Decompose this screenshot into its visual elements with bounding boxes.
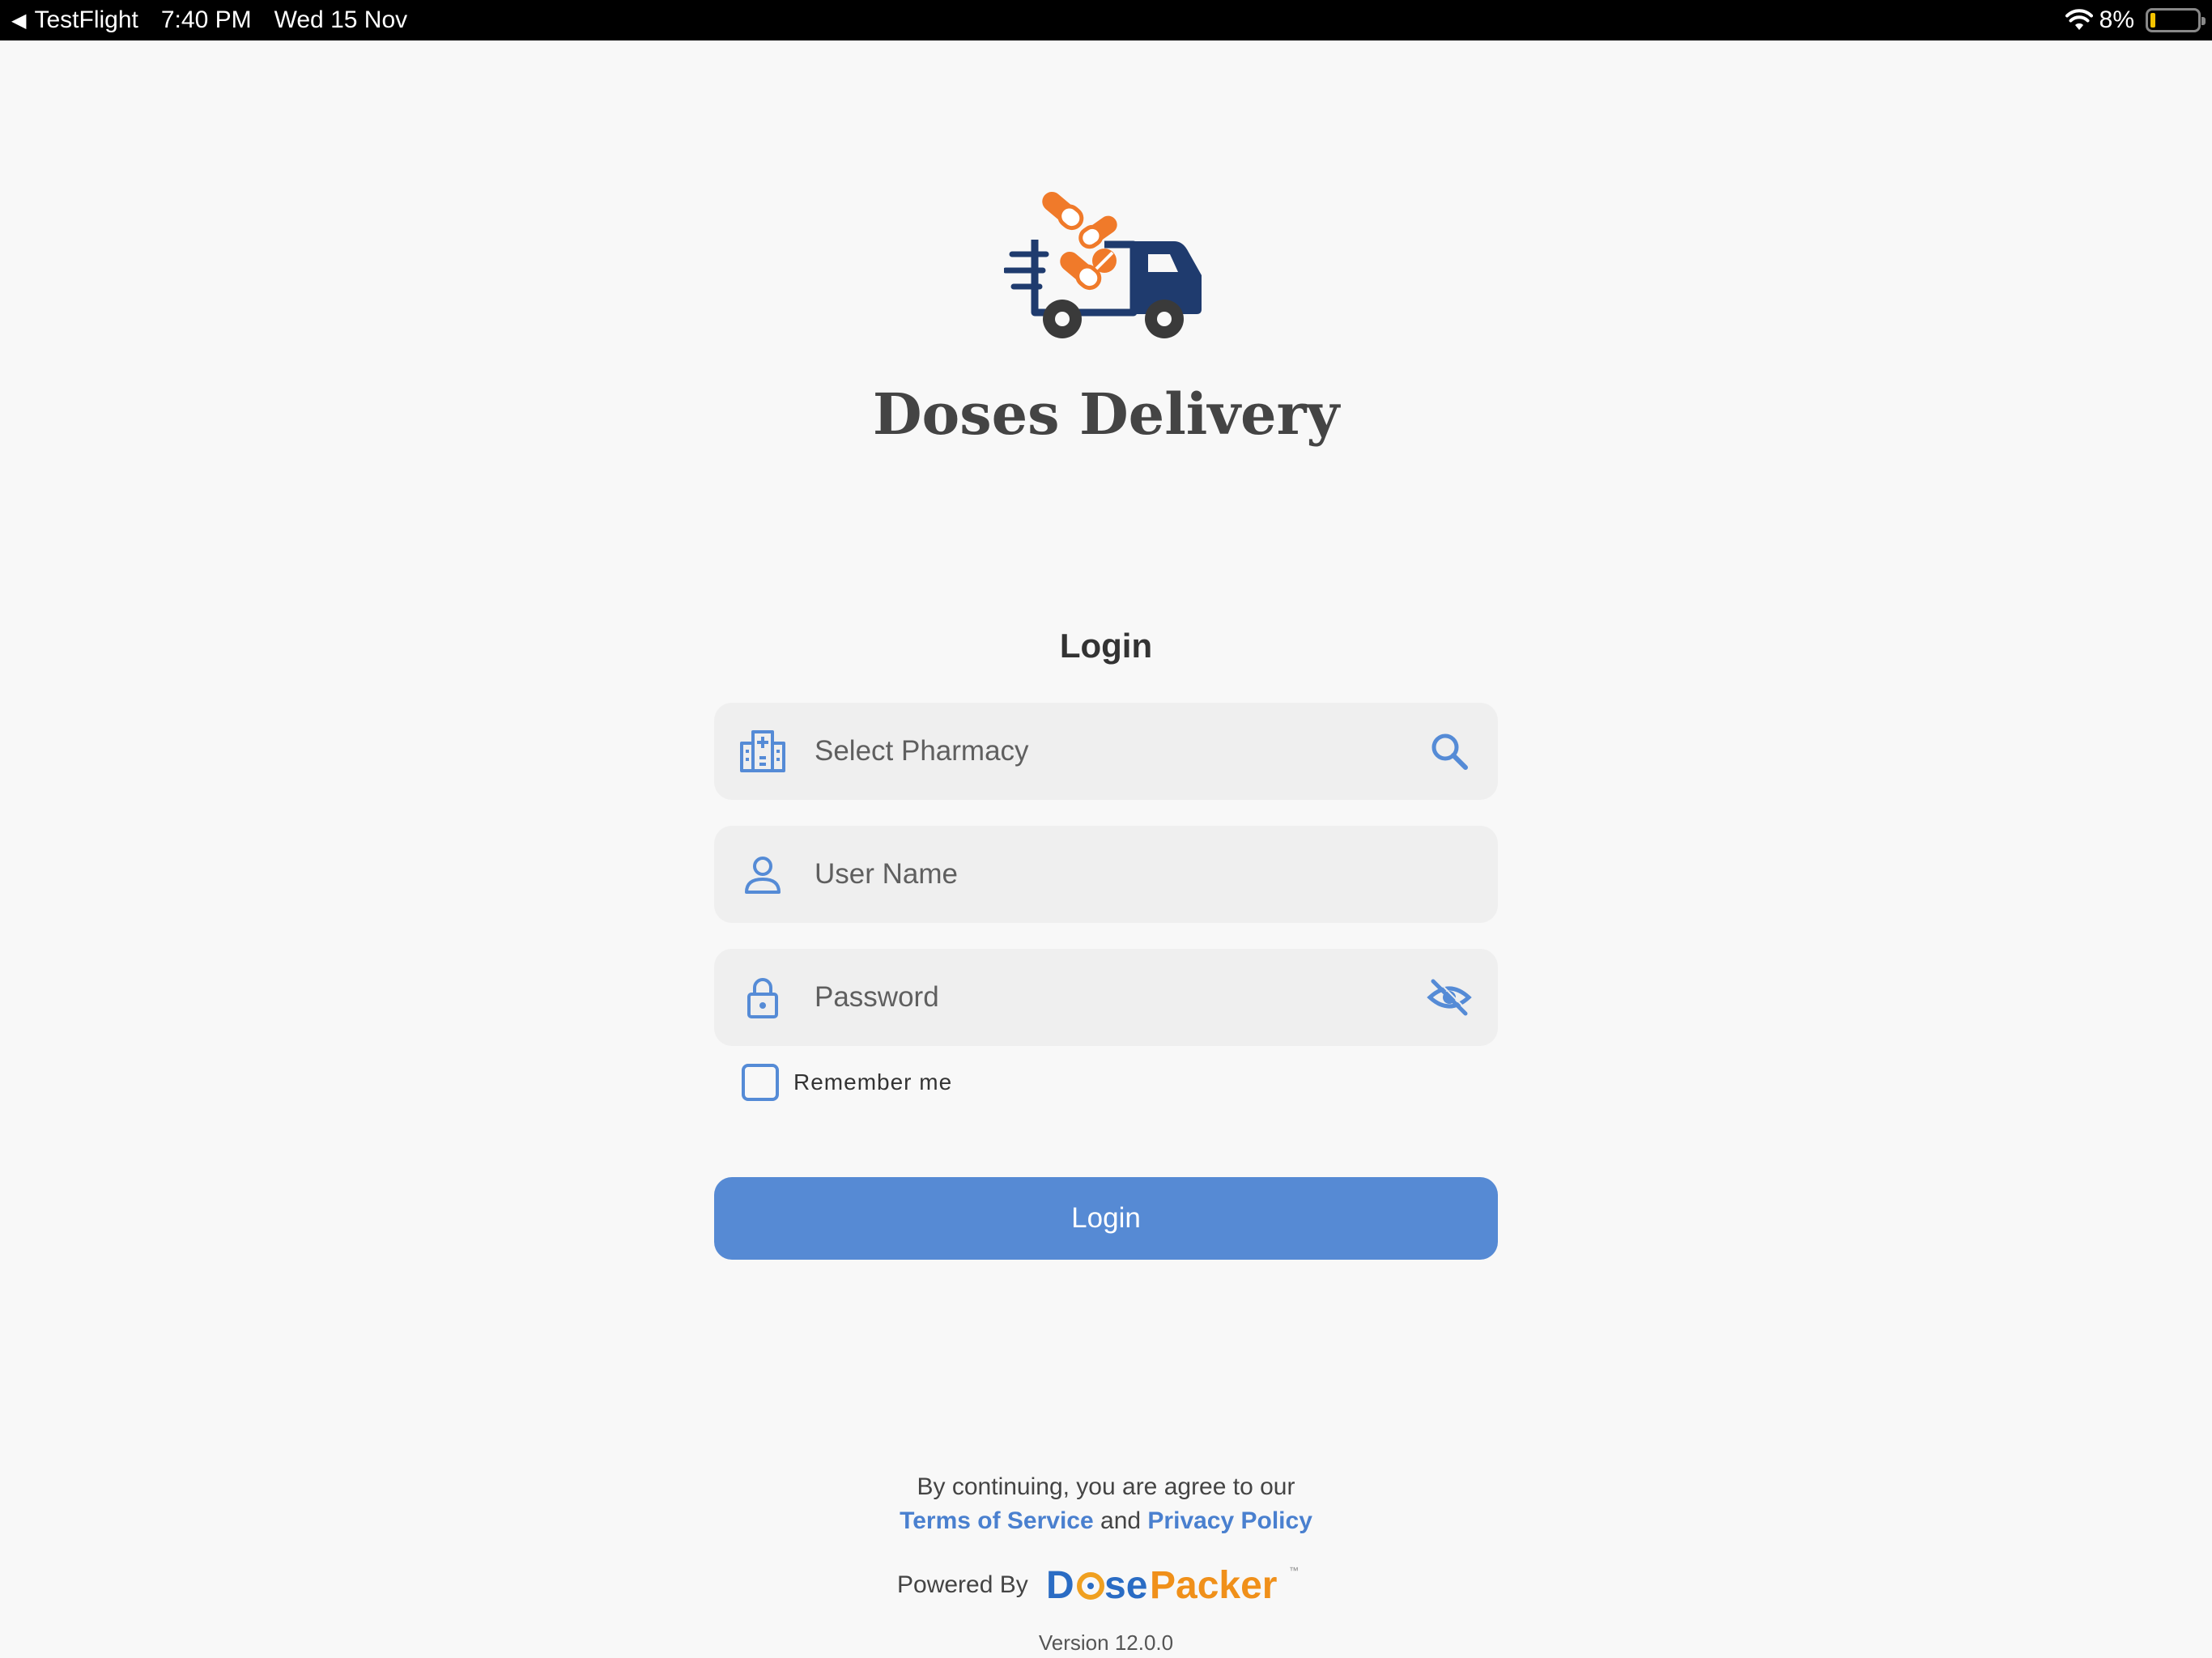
- remember-me-label[interactable]: Remember me: [793, 1069, 952, 1095]
- login-button[interactable]: Login: [714, 1177, 1498, 1260]
- powered-by: Powered By D se Packer ™: [897, 1561, 1305, 1609]
- status-date: Wed 15 Nov: [274, 6, 408, 33]
- username-field[interactable]: [714, 826, 1498, 923]
- legal-links: Terms of Service and Privacy Policy: [0, 1507, 2212, 1535]
- svg-text:™: ™: [1289, 1565, 1299, 1576]
- search-icon[interactable]: [1427, 729, 1472, 774]
- pharmacy-field[interactable]: [714, 703, 1498, 800]
- eye-off-icon[interactable]: [1427, 975, 1472, 1020]
- username-input[interactable]: [813, 826, 1498, 923]
- svg-text:se: se: [1104, 1564, 1147, 1607]
- app-title: Doses Delivery: [872, 380, 1340, 448]
- privacy-policy-link[interactable]: Privacy Policy: [1147, 1507, 1312, 1534]
- password-field[interactable]: [714, 949, 1498, 1046]
- hospital-icon: [740, 730, 785, 772]
- lock-icon: [747, 978, 778, 1018]
- version-label: Version 12.0.0: [1038, 1630, 1174, 1655]
- battery-percent: 8%: [2099, 6, 2134, 33]
- back-to-app-link[interactable]: TestFlight: [34, 6, 138, 34]
- wifi-icon: [2065, 9, 2093, 30]
- powered-by-label: Powered By: [897, 1571, 1028, 1598]
- remember-me-checkbox[interactable]: [742, 1064, 779, 1101]
- status-time: 7:40 PM: [160, 6, 252, 33]
- and-text: and: [1100, 1507, 1142, 1534]
- svg-text:Packer: Packer: [1150, 1564, 1277, 1607]
- delivery-truck-pills-logo: [1004, 192, 1202, 338]
- login-heading: Login: [1059, 627, 1153, 665]
- remember-me[interactable]: Remember me: [742, 1064, 952, 1101]
- back-arrow-icon[interactable]: ◀: [11, 9, 26, 32]
- dosepacker-logo: D se Packer ™: [1046, 1564, 1299, 1607]
- svg-text:D: D: [1046, 1564, 1074, 1607]
- status-bar: ◀ TestFlight 7:40 PM Wed 15 Nov 8%: [0, 0, 2212, 40]
- pharmacy-input[interactable]: [813, 703, 1427, 800]
- battery-icon: [2146, 8, 2206, 32]
- user-icon: [745, 857, 781, 894]
- terms-of-service-link[interactable]: Terms of Service: [900, 1507, 1094, 1534]
- password-input[interactable]: [813, 949, 1427, 1046]
- agree-text: By continuing, you are agree to our: [917, 1473, 1295, 1500]
